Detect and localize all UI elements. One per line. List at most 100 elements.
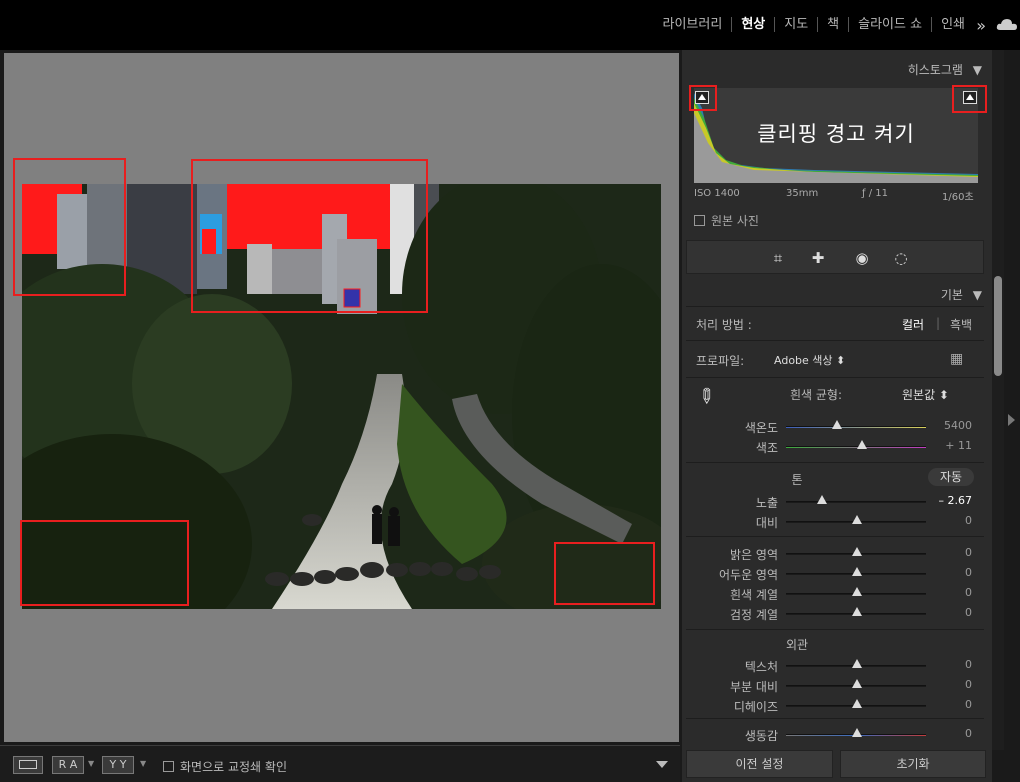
dehaze-slider[interactable]: 디헤이즈 0 xyxy=(682,695,992,715)
contrast-knob[interactable] xyxy=(852,515,862,524)
panel-edge-toggle-icon[interactable] xyxy=(1008,414,1015,426)
ra-dropdown-icon[interactable]: ▼ xyxy=(88,759,94,768)
temp-value[interactable]: 5400 xyxy=(944,419,972,432)
module-slideshow[interactable]: 슬라이드 쇼 xyxy=(849,17,933,32)
module-develop[interactable]: 현상 xyxy=(732,17,776,32)
loupe-view-button[interactable] xyxy=(13,756,43,774)
treatment-color-button[interactable]: 컬러 xyxy=(902,316,924,333)
exposure-value[interactable]: – 2.67 xyxy=(939,494,973,507)
highlight-box-topcenter xyxy=(191,159,428,313)
vibrance-value[interactable]: 0 xyxy=(965,727,972,740)
panel-scrollbar[interactable] xyxy=(992,50,1004,750)
develop-panel: 히스토그램 ▼ 클리핑 경고 켜기 ISO 1400 35mm ƒ / 11 1… xyxy=(682,50,992,782)
auto-tone-button[interactable]: 자동 xyxy=(928,468,974,486)
texture-value[interactable]: 0 xyxy=(965,658,972,671)
whites-slider[interactable]: 흰색 계열 0 xyxy=(682,583,992,603)
blacks-knob[interactable] xyxy=(852,607,862,616)
profile-browser-icon[interactable]: ▦ xyxy=(950,351,963,367)
cloud-icon xyxy=(996,19,1017,30)
blacks-label: 검정 계열 xyxy=(730,608,778,622)
original-photo-checkbox[interactable] xyxy=(694,215,705,226)
texture-slider[interactable]: 텍스처 0 xyxy=(682,655,992,675)
whites-knob[interactable] xyxy=(852,587,862,596)
collapse-triangle-icon[interactable]: ▼ xyxy=(973,63,982,77)
blacks-slider[interactable]: 검정 계열 0 xyxy=(682,603,992,623)
divider xyxy=(686,377,984,378)
basic-header[interactable]: 기본 ▼ xyxy=(941,286,982,303)
histogram-title: 히스토그램 xyxy=(907,63,963,77)
eyedropper-icon[interactable]: ✎ xyxy=(692,382,721,411)
highlight-box-bottomleft xyxy=(20,520,189,606)
histogram[interactable]: 클리핑 경고 켜기 xyxy=(694,88,978,183)
exposure-knob[interactable] xyxy=(817,495,827,504)
highlights-knob[interactable] xyxy=(852,547,862,556)
crop-icon[interactable]: ⌗ xyxy=(769,249,787,267)
temp-track[interactable] xyxy=(786,426,926,428)
shadows-knob[interactable] xyxy=(852,567,862,576)
treatment-bw-button[interactable]: 흑백 xyxy=(950,316,972,333)
original-photo-toggle[interactable]: 원본 사진 xyxy=(694,212,759,229)
exposure-label: 노출 xyxy=(755,496,778,510)
highlights-value[interactable]: 0 xyxy=(965,546,972,559)
clarity-slider[interactable]: 부분 대비 0 xyxy=(682,675,992,695)
vibrance-knob[interactable] xyxy=(852,728,862,737)
blacks-value[interactable]: 0 xyxy=(965,606,972,619)
texture-knob[interactable] xyxy=(852,659,862,668)
shadows-value[interactable]: 0 xyxy=(965,566,972,579)
profile-select[interactable]: Adobe 색상 ⬍ xyxy=(774,352,845,368)
contrast-value[interactable]: 0 xyxy=(965,514,972,527)
shadows-slider[interactable]: 어두운 영역 0 xyxy=(682,563,992,583)
yy-dropdown-icon[interactable]: ▼ xyxy=(140,759,146,768)
toolbar-menu-icon[interactable] xyxy=(656,761,668,768)
module-book[interactable]: 책 xyxy=(818,17,850,32)
clarity-knob[interactable] xyxy=(852,679,862,688)
highlight-box-topleft xyxy=(13,158,126,296)
tint-knob[interactable] xyxy=(857,440,867,449)
contrast-label: 대비 xyxy=(755,516,778,530)
soft-proof-checkbox[interactable] xyxy=(163,761,174,772)
dehaze-knob[interactable] xyxy=(852,699,862,708)
clarity-value[interactable]: 0 xyxy=(965,678,972,691)
exposure-slider[interactable]: 노출 – 2.67 xyxy=(682,491,992,511)
divider xyxy=(686,462,984,463)
module-print[interactable]: 인쇄 xyxy=(932,17,974,32)
dehaze-value[interactable]: 0 xyxy=(965,698,972,711)
contrast-slider[interactable]: 대비 0 xyxy=(682,511,992,531)
whites-value[interactable]: 0 xyxy=(965,586,972,599)
histogram-header[interactable]: 히스토그램 ▼ xyxy=(908,61,982,78)
more-modules-icon[interactable]: » xyxy=(976,16,986,35)
masking-icon[interactable]: ◌ xyxy=(892,249,910,267)
whites-label: 흰색 계열 xyxy=(730,588,778,602)
divider xyxy=(686,629,984,630)
iso-readout: ISO 1400 xyxy=(694,188,740,199)
soft-proof-toggle[interactable]: 화면으로 교정쇄 확인 xyxy=(163,758,287,775)
before-after-yy-button[interactable]: Y Y xyxy=(102,756,134,774)
reset-button[interactable]: 초기화 xyxy=(840,750,986,778)
previous-settings-button[interactable]: 이전 설정 xyxy=(686,750,833,778)
exposure-track[interactable] xyxy=(786,501,926,503)
treatment-separator: | xyxy=(936,316,941,330)
basic-collapse-icon[interactable]: ▼ xyxy=(973,288,982,302)
before-after-ra-button[interactable]: R A xyxy=(52,756,84,774)
vibrance-slider[interactable]: 생동감 0 xyxy=(682,724,992,744)
module-library[interactable]: 라이브러리 xyxy=(654,17,733,32)
temp-label: 색온도 xyxy=(744,421,778,435)
divider xyxy=(686,306,984,307)
highlight-box-bottomright xyxy=(554,542,655,605)
red-eye-icon[interactable]: ◉ xyxy=(853,249,871,267)
soft-proof-label: 화면으로 교정쇄 확인 xyxy=(180,760,287,774)
presence-heading: 외관 xyxy=(785,638,809,652)
wb-select[interactable]: 원본값 ⬍ xyxy=(902,386,949,403)
temp-knob[interactable] xyxy=(832,420,842,429)
tint-slider[interactable]: 색조 + 11 xyxy=(682,436,992,456)
highlight-box-shadow-clip xyxy=(689,85,717,111)
tint-value[interactable]: + 11 xyxy=(945,439,972,452)
temp-slider[interactable]: 색온도 5400 xyxy=(682,416,992,436)
tint-track[interactable] xyxy=(786,446,926,448)
image-viewer[interactable] xyxy=(4,53,679,742)
bottom-toolbar: R A ▼ Y Y ▼ 화면으로 교정쇄 확인 xyxy=(0,745,680,782)
module-map[interactable]: 지도 xyxy=(775,17,819,32)
panel-scroll-thumb[interactable] xyxy=(994,276,1002,376)
highlights-slider[interactable]: 밝은 영역 0 xyxy=(682,543,992,563)
healing-icon[interactable]: ✚ xyxy=(809,249,827,267)
